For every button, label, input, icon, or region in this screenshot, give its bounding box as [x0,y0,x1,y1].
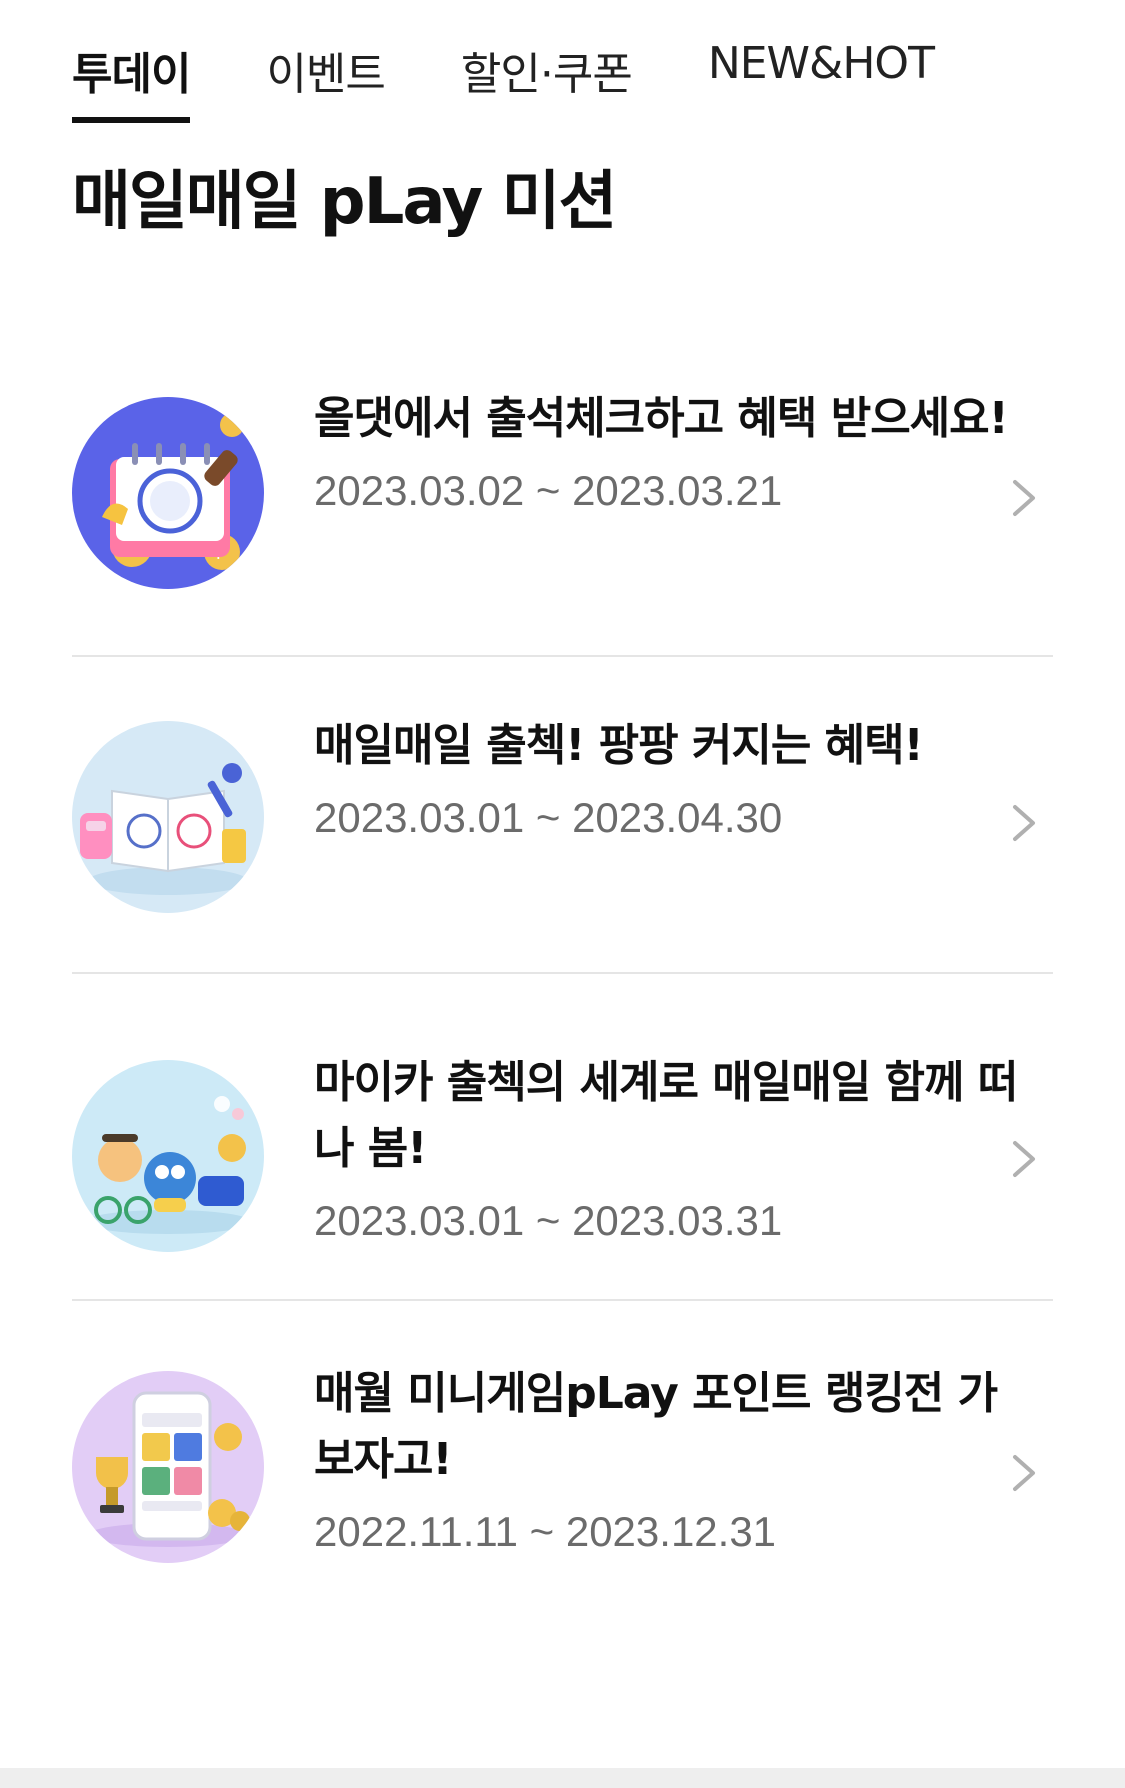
mission-text: 마이카 출첵의 세계로 매일매일 함께 떠나 봄! 2023.03.01 ~ 2… [314,1050,1034,1252]
phone-trophy-icon [72,1371,264,1563]
chevron-right-icon [1009,1137,1039,1181]
mission-title: 마이카 출첵의 세계로 매일매일 함께 떠나 봄! [314,1057,1018,1174]
mission-date-range: 2023.03.02 ~ 2023.03.21 [314,467,783,514]
mission-item-minigame-ranking[interactable]: 매월 미니게임pLay 포인트 랭킹전 가보자고! 2022.11.11 ~ 2… [72,1299,1053,1563]
chevron-right-icon [1009,1451,1039,1495]
mission-title: 매일매일 출첵! 팡팡 커지는 혜택! [314,720,924,771]
tab-discount-coupon[interactable]: 할인·쿠폰 [461,0,633,126]
tab-today[interactable]: 투데이 [72,0,191,126]
section-title: 매일매일 pLay 미션 [72,165,617,239]
tab-new-hot[interactable]: NEW&HOT [708,0,935,126]
characters-icon [72,1060,264,1252]
chevron-right-icon [1009,476,1039,520]
mission-title: 매월 미니게임pLay 포인트 랭킹전 가보자고! [314,1368,998,1485]
open-book-stamp-icon [72,721,264,913]
mission-title: 올댓에서 출석체크하고 혜택 받으세요! [314,393,1009,444]
mission-date-range: 2022.11.11 ~ 2023.12.31 [314,1508,777,1555]
tab-events[interactable]: 이벤트 [266,0,385,126]
mission-date-range: 2023.03.01 ~ 2023.03.31 [314,1197,783,1244]
chevron-right-icon [1009,801,1039,845]
top-tab-bar: 투데이 이벤트 할인·쿠폰 NEW&HOT [72,0,1010,126]
mission-text: 매일매일 출첵! 팡팡 커지는 혜택! 2023.03.01 ~ 2023.04… [314,713,1034,849]
mission-date-range: 2023.03.01 ~ 2023.04.30 [314,794,783,841]
mission-list: P 올댓에서 출석체크하고 혜택 받으세요! 2023.03.02 ~ 2023… [72,352,1053,1563]
bottom-separator [0,1768,1125,1788]
mission-item-attendance-alldat[interactable]: P 올댓에서 출석체크하고 혜택 받으세요! 2023.03.02 ~ 2023… [72,352,1053,655]
calendar-stamp-icon: P [72,397,264,589]
mission-text: 올댓에서 출석체크하고 혜택 받으세요! 2023.03.02 ~ 2023.0… [314,386,1034,522]
mission-text: 매월 미니게임pLay 포인트 랭킹전 가보자고! 2022.11.11 ~ 2… [314,1361,1034,1563]
mission-item-daily-check[interactable]: 매일매일 출첵! 팡팡 커지는 혜택! 2023.03.01 ~ 2023.04… [72,655,1053,972]
mission-item-mycar-check[interactable]: 마이카 출첵의 세계로 매일매일 함께 떠나 봄! 2023.03.01 ~ 2… [72,972,1053,1299]
